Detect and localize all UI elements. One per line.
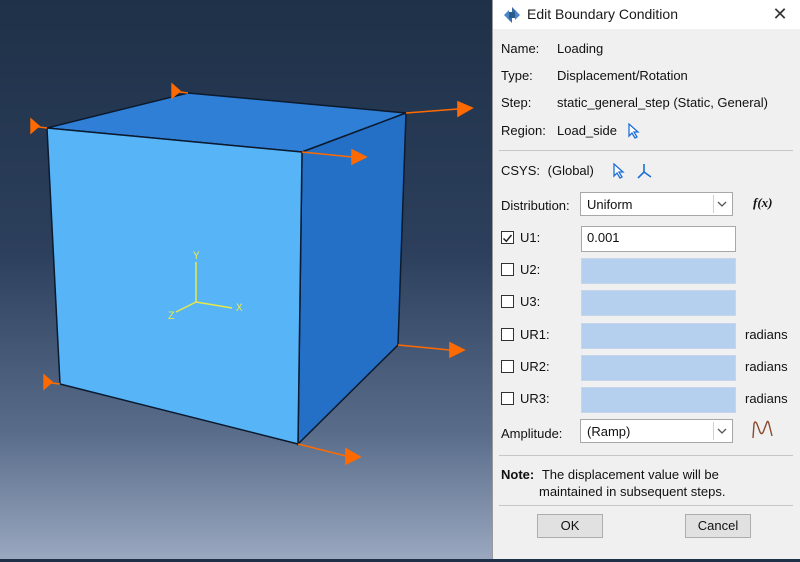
amplitude-select[interactable]: (Ramp) [580,419,733,443]
dof-checkbox-ur1[interactable] [501,328,514,341]
divider [499,505,793,506]
amplitude-value: (Ramp) [587,424,631,439]
bc-arrow-head [457,100,474,118]
create-amplitude-icon[interactable] [751,418,775,440]
close-icon: ✕ [772,4,788,24]
dof-checkbox-u3[interactable] [501,295,514,308]
step-label: Step: [501,95,532,110]
region-value: Load_side [557,123,617,138]
dof-value-input[interactable] [581,355,736,381]
dof-checkbox-ur3[interactable] [501,392,514,405]
triad-label-z: Z [168,311,175,323]
distribution-value: Uniform [587,197,633,212]
dof-value-input[interactable] [581,258,736,284]
dof-checkbox-u2[interactable] [501,263,514,276]
type-value: Displacement/Rotation [557,68,688,83]
select-region-cursor-icon[interactable] [627,123,641,139]
dof-checkbox-u1[interactable] [501,231,514,244]
region-label: Region: [501,123,546,138]
divider [499,150,793,151]
dof-checkbox-ur2[interactable] [501,360,514,373]
csys-label: CSYS: [501,163,541,178]
bc-marker-icon [30,117,48,135]
dof-unit-label: radians [745,359,788,374]
note-line-2: maintained in subsequent steps. [539,484,726,499]
select-csys-cursor-icon[interactable] [612,163,626,179]
checkmark-icon [502,234,513,243]
model-viewport[interactable]: Y X Z [0,0,493,559]
boundary-condition-icon [504,7,520,23]
triad-label-x: X [236,303,243,315]
edit-boundary-condition-dialog: Edit Boundary Condition ✕ Name: Loading T… [492,0,800,559]
dof-value-input[interactable]: 0.001 [581,226,736,252]
dof-label: U1: [520,230,541,245]
function-icon[interactable]: f(x) [753,195,773,211]
ok-button[interactable]: OK [537,514,603,538]
create-csys-icon[interactable] [636,163,652,179]
distribution-select[interactable]: Uniform [580,192,733,216]
name-label: Name: [501,41,540,56]
dof-value-input[interactable] [581,323,736,349]
csys-value: (Global) [547,163,594,178]
region-row: Region: Load_side [501,123,640,139]
triad-label-y: Y [193,251,200,263]
note-label: Note: [501,467,535,482]
cube-front-face[interactable] [46,127,303,445]
amplitude-label: Amplitude: [501,426,563,441]
cancel-button[interactable]: Cancel [685,514,751,538]
note-line-1: The displacement value will be [541,467,719,482]
viewport-canvas: Y X Z [30,82,474,466]
dof-label: UR3: [520,391,550,406]
close-button[interactable]: ✕ [768,3,792,25]
name-value: Loading [557,41,604,56]
dof-label: UR2: [520,359,550,374]
dof-unit-label: radians [745,327,788,342]
chevron-down-icon [713,195,730,213]
step-value: static_general_step (Static, General) [557,95,768,110]
divider [499,455,793,456]
dialog-title: Edit Boundary Condition [527,6,678,22]
dof-value-input[interactable] [581,387,736,413]
step-row: Step: static_general_step (Static, Genera… [501,95,768,110]
bc-arrow-head [449,341,466,359]
bc-marker-icon [43,373,61,391]
bc-arrow-head [345,447,362,466]
type-label: Type: [501,68,533,83]
dof-label: U3: [520,294,541,309]
dof-value-input[interactable] [581,290,736,316]
dof-label: UR1: [520,327,550,342]
chevron-down-icon [713,422,730,440]
distribution-label: Distribution: [501,198,570,213]
note-text: Note: The displacement value will be mai… [501,466,791,500]
type-row: Type: Displacement/Rotation [501,68,688,83]
dialog-titlebar[interactable]: Edit Boundary Condition ✕ [493,0,800,29]
dof-label: U2: [520,262,541,277]
name-row: Name: Loading [501,41,603,56]
dof-unit-label: radians [745,391,788,406]
csys-row: CSYS: (Global) [501,163,652,179]
